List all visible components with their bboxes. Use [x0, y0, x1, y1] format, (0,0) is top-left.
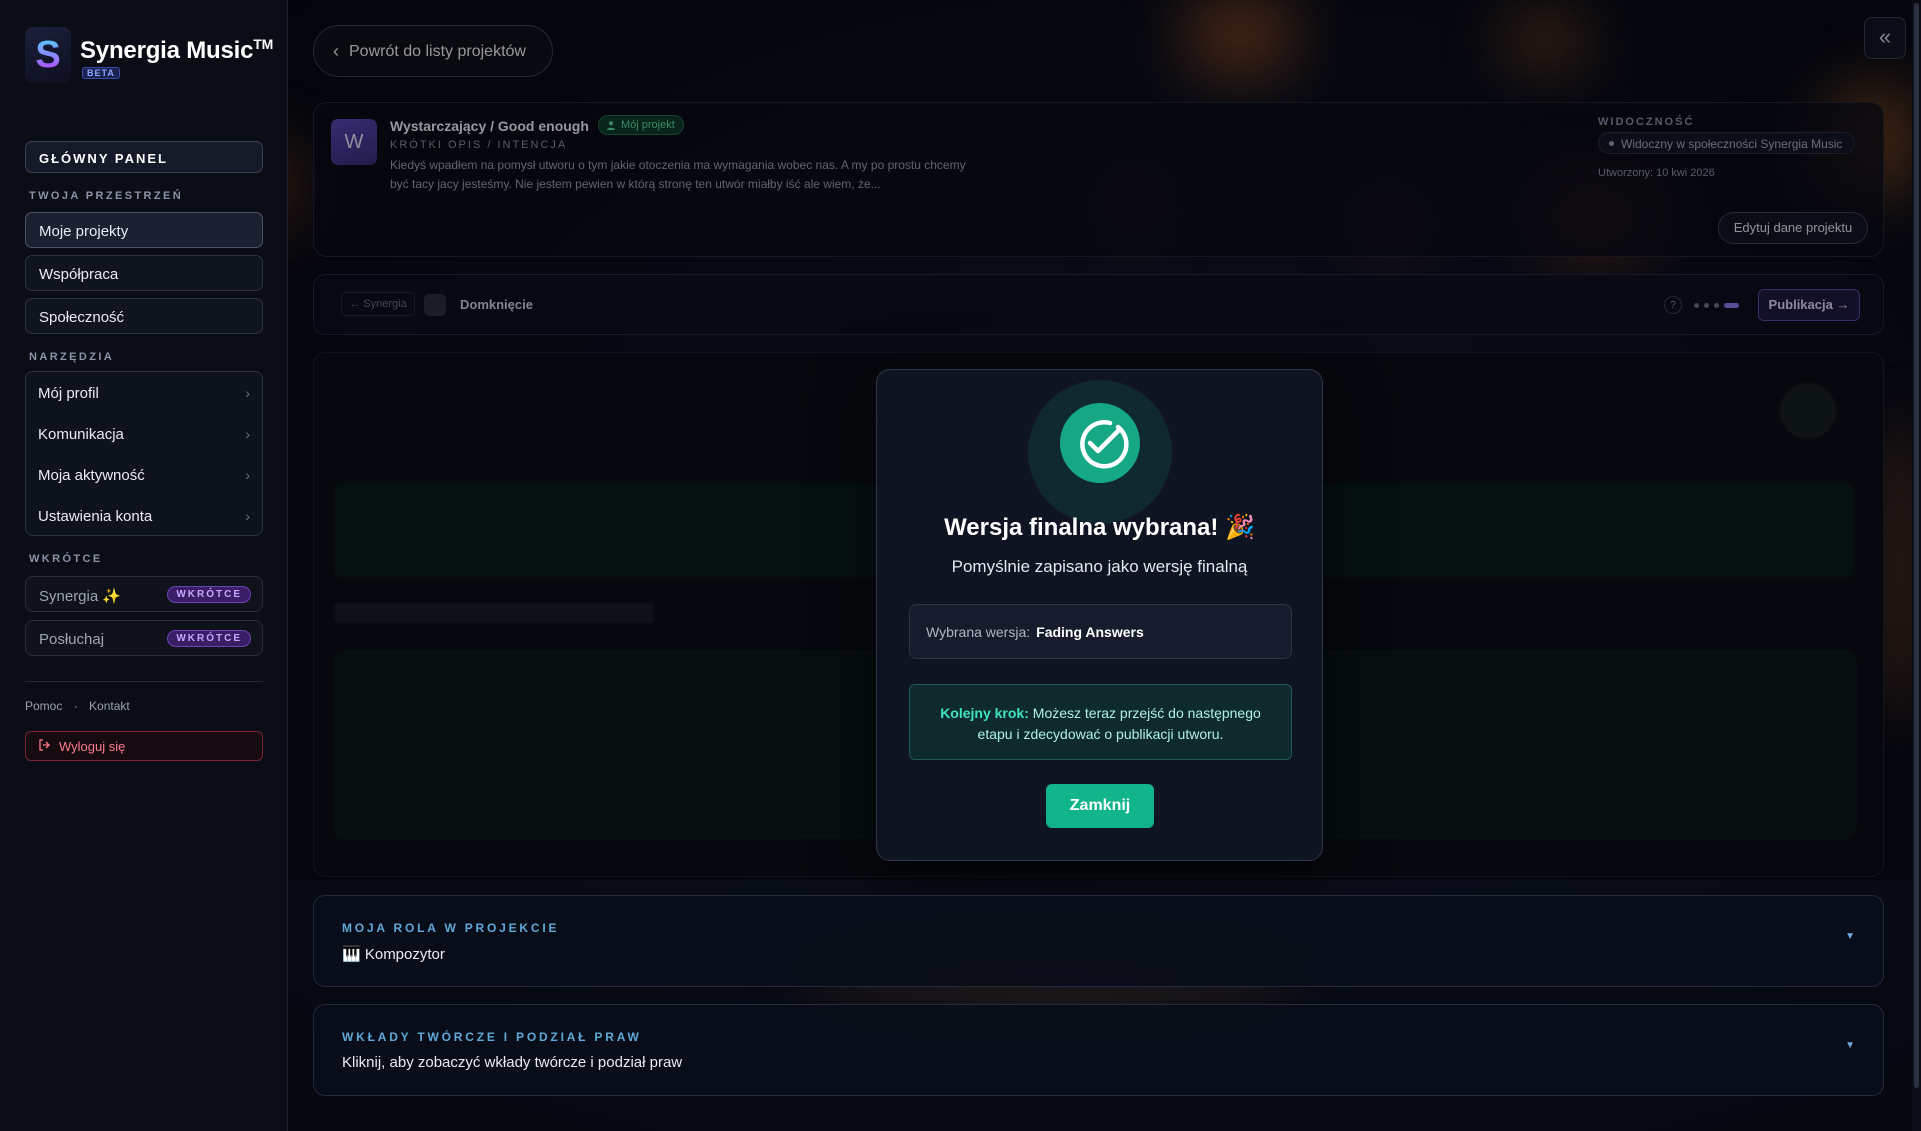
logout-button[interactable]: Wyloguj się — [25, 731, 263, 761]
tools-item-activity[interactable]: Moja aktywność › — [38, 467, 250, 489]
selected-version: Wybrana wersja: Fading Answers — [909, 604, 1292, 659]
brand-name: Synergia MusicTM — [80, 36, 274, 64]
soon-badge: WKRÓTCE — [167, 630, 251, 647]
sidebar-item-synergia[interactable]: Synergia ✨ WKRÓTCE — [25, 576, 263, 612]
sidebar-item-listen[interactable]: Posłuchaj WKRÓTCE — [25, 620, 263, 656]
chevron-right-icon: › — [245, 467, 250, 483]
credits-card[interactable]: WKŁADY TWÓRCZE I PODZIAŁ PRAW Kliknij, a… — [313, 1004, 1884, 1096]
scrollbar-thumb[interactable] — [1914, 3, 1919, 1088]
soon-label: WKRÓTCE — [29, 553, 103, 565]
main-panel-button[interactable]: GŁÓWNY PANEL — [25, 141, 263, 173]
tools-item-label: Ustawienia konta — [38, 508, 153, 525]
check-circle-icon — [1060, 403, 1140, 483]
beta-badge: BETA — [82, 67, 120, 79]
sidebar-item-label: Posłuchaj — [39, 631, 105, 648]
next-step-note: Kolejny krok: Możesz teraz przejść do na… — [909, 684, 1292, 760]
logo[interactable]: S — [25, 27, 71, 83]
workspace-label: TWOJA PRZESTRZEŃ — [29, 190, 184, 202]
sidebar-item-my-projects[interactable]: Moje projekty — [25, 212, 263, 248]
tools-label: NARZĘDZIA — [29, 351, 115, 363]
version-value: Fading Answers — [1036, 624, 1144, 640]
sidebar: S Synergia MusicTM BETA GŁÓWNY PANEL TWO… — [0, 0, 288, 1131]
tools-item-profile[interactable]: Mój profil › — [38, 385, 250, 407]
sidebar-item-label: Synergia ✨ — [39, 588, 122, 605]
tools-item-label: Moja aktywność — [38, 467, 145, 484]
help-link[interactable]: Pomoc — [25, 699, 62, 713]
check-icon — [1080, 420, 1129, 469]
divider — [25, 681, 263, 682]
version-label: Wybrana wersja: — [926, 624, 1031, 640]
tools-item-communication[interactable]: Komunikacja › — [38, 426, 250, 448]
tools-item-settings[interactable]: Ustawienia konta › — [38, 508, 250, 530]
modal-subtitle: Pomyślnie zapisano jako wersję finalną — [951, 557, 1248, 576]
sidebar-item-collaboration[interactable]: Współpraca — [25, 255, 263, 291]
close-button[interactable]: Zamknij — [1046, 784, 1154, 828]
modal-title: Wersja finalna wybrana! 🎉 — [944, 514, 1255, 541]
credits-value: Kliknij, aby zobaczyć wkłady twórcze i p… — [342, 1054, 683, 1071]
chevron-right-icon: › — [245, 385, 250, 401]
chevron-right-icon: › — [245, 426, 250, 442]
next-step-label: Kolejny krok: — [940, 705, 1029, 721]
logout-icon — [39, 739, 50, 751]
soon-badge: WKRÓTCE — [167, 586, 251, 603]
caret-down-icon: ▼ — [1845, 931, 1855, 942]
role-value: 🎹 Kompozytor — [342, 946, 445, 963]
logout-label: Wyloguj się — [59, 739, 126, 754]
caret-down-icon: ▼ — [1845, 1040, 1855, 1051]
role-label: MOJA ROLA W PROJEKCIE — [342, 921, 560, 935]
role-card[interactable]: MOJA ROLA W PROJEKCIE 🎹 Kompozytor ▼ — [313, 895, 1884, 987]
tools-item-label: Mój profil — [38, 385, 99, 402]
footer-links: Pomoc · Kontakt — [25, 699, 130, 713]
sidebar-item-community[interactable]: Społeczność — [25, 298, 263, 334]
credits-label: WKŁADY TWÓRCZE I PODZIAŁ PRAW — [342, 1030, 642, 1044]
contact-link[interactable]: Kontakt — [89, 699, 130, 713]
link-separator: · — [73, 699, 78, 713]
chevron-right-icon: › — [245, 508, 250, 524]
success-modal: Wersja finalna wybrana! 🎉 Pomyślnie zapi… — [876, 369, 1323, 861]
tools-menu: Mój profil › Komunikacja › Moja aktywność ›… — [25, 371, 263, 536]
tools-item-label: Komunikacja — [38, 426, 124, 443]
